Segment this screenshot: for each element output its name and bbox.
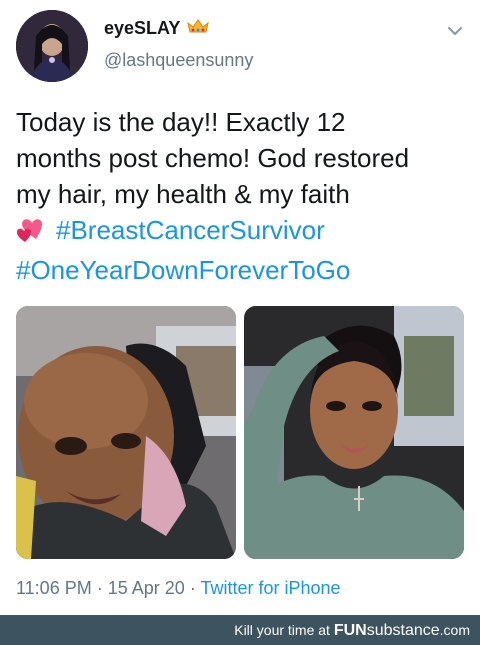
watermark-footer: Kill your time at FUNsubstance.com: [0, 615, 480, 645]
hashtag-link[interactable]: #OneYearDownForeverToGo: [16, 252, 476, 288]
tweet-photo-after[interactable]: [244, 306, 464, 559]
tweet-source-link[interactable]: Twitter for iPhone: [200, 578, 340, 598]
tweet-text-line: my hair, my health & my faith: [16, 179, 350, 209]
meta-separator: ·: [96, 578, 108, 598]
tweet-text-line: Today is the day!! Exactly 12: [16, 107, 346, 137]
tweet-text-line: months post chemo! God restored: [16, 143, 410, 173]
user-handle[interactable]: @lashqueensunny: [104, 50, 253, 71]
author-info: eyeSLAY @lashqueensunny: [104, 18, 253, 71]
brand-suffix-text: .com: [439, 622, 470, 638]
tweet-text: Today is the day!! Exactly 12 months pos…: [16, 104, 476, 288]
footer-brand[interactable]: FUNsubstance.com: [333, 622, 470, 639]
tweet-photo-before[interactable]: [16, 306, 236, 559]
two-hearts-icon: [16, 216, 48, 252]
avatar[interactable]: [16, 10, 88, 82]
hashtag-link[interactable]: #BreastCancerSurvivor: [56, 215, 325, 245]
crown-icon: [187, 18, 209, 39]
meta-separator: ·: [189, 578, 201, 598]
tweet-time[interactable]: 11:06 PM: [16, 578, 92, 598]
tweet-meta: 11:06 PM · 15 Apr 20 · Twitter for iPhon…: [16, 578, 341, 599]
brand-bold-text: FUN: [333, 622, 367, 639]
tweet-card: eyeSLAY @lashqueensunny Today is the day…: [0, 0, 480, 615]
chevron-down-icon[interactable]: [446, 24, 464, 38]
footer-tagline: Kill your time at: [234, 622, 330, 638]
display-name[interactable]: eyeSLAY: [104, 18, 180, 39]
tweet-date[interactable]: 15 Apr 20: [108, 578, 185, 598]
brand-thin-text: substance: [366, 622, 440, 639]
